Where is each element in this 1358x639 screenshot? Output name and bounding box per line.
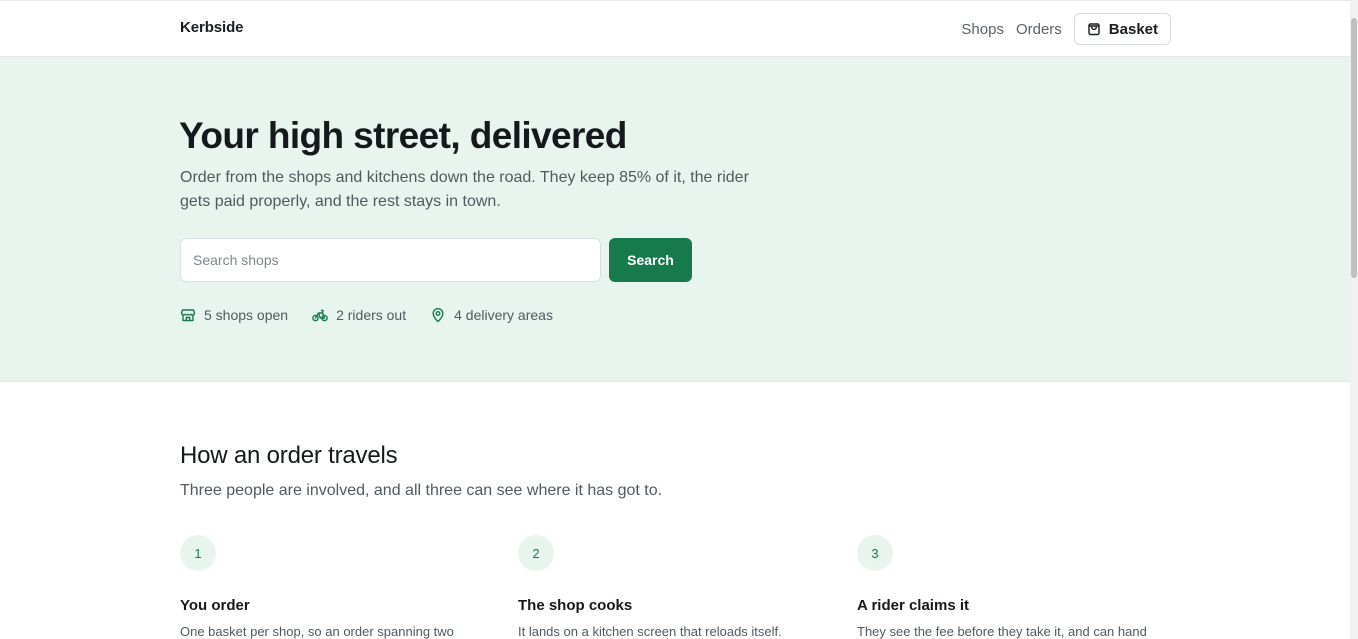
brand-logo[interactable]: Kerbside — [180, 19, 243, 36]
stat-label: 4 delivery areas — [454, 307, 553, 323]
stat-label: 5 shops open — [204, 307, 289, 323]
search-input[interactable] — [180, 238, 601, 282]
step-number-badge: 3 — [857, 535, 893, 571]
basket-button[interactable]: Basket — [1073, 13, 1171, 45]
step-title: The shop cooks — [518, 597, 633, 614]
stats-row: 5 shops open 2 riders out 4 delivery are… — [180, 307, 577, 323]
shop-icon — [180, 307, 196, 323]
step-card-2: 2 The shop cooks It lands on a kitchen s… — [518, 535, 838, 639]
nav-links: Shops Orders Basket — [961, 13, 1171, 45]
hero-title: Your high street, delivered — [179, 115, 627, 156]
stat-shops-open: 5 shops open — [180, 307, 288, 323]
step-number-badge: 2 — [518, 535, 554, 571]
top-nav: Kerbside Shops Orders Basket — [0, 1, 1350, 57]
shopping-bag-icon — [1087, 22, 1101, 36]
step-text: It lands on a kitchen screen that reload… — [518, 624, 782, 639]
hero-section: Your high street, delivered Order from t… — [0, 57, 1350, 382]
step-title: You order — [180, 597, 250, 614]
step-text: They see the fee before they take it, an… — [857, 624, 1147, 639]
nav-link-shops[interactable]: Shops — [961, 21, 1004, 38]
map-pin-icon — [430, 307, 446, 323]
bicycle-icon — [312, 307, 328, 323]
stat-label: 2 riders out — [336, 307, 407, 323]
scrollbar-thumb[interactable] — [1351, 18, 1357, 278]
step-title: A rider claims it — [857, 597, 969, 614]
nav-link-orders[interactable]: Orders — [1016, 21, 1062, 38]
basket-label: Basket — [1108, 20, 1158, 38]
section-title: How an order travels — [180, 442, 398, 469]
step-text: One basket per shop, so an order spannin… — [180, 624, 454, 639]
step-card-3: 3 A rider claims it They see the fee bef… — [857, 535, 1177, 639]
stat-delivery-areas: 4 delivery areas — [430, 307, 553, 323]
page-scrollbar[interactable] — [1350, 0, 1358, 639]
section-subtitle: Three people are involved, and all three… — [180, 482, 663, 499]
step-card-1: 1 You order One basket per shop, so an o… — [180, 535, 500, 639]
hero-lead: Order from the shops and kitchens down t… — [180, 169, 749, 210]
stat-riders-out: 2 riders out — [312, 307, 406, 323]
search-button[interactable]: Search — [609, 238, 692, 282]
step-number-badge: 1 — [180, 535, 216, 571]
